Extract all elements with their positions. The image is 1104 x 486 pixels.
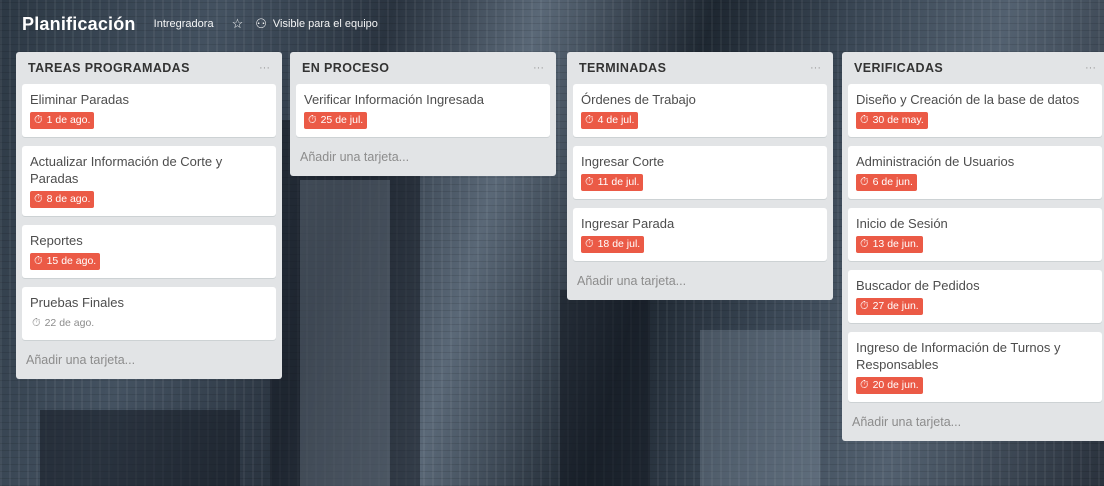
people-icon: ⚇	[255, 16, 267, 31]
star-button[interactable]: ☆	[232, 16, 250, 32]
due-date: 27 de jun.	[872, 300, 919, 312]
team-name[interactable]: Intregradora	[154, 18, 214, 30]
board-title[interactable]: Planificación	[22, 14, 136, 35]
due-date-badge: ⏱ 6 de jun.	[856, 174, 917, 191]
due-date-badge: ⏱ 11 de jul.	[581, 174, 644, 191]
add-card-button[interactable]: Añadir una tarjeta...	[573, 270, 827, 292]
due-date-badge: ⏱ 15 de ago.	[30, 253, 101, 270]
clock-icon: ⏱	[860, 114, 869, 126]
due-date-badge: ⏱ 18 de jul.	[581, 236, 645, 253]
clock-icon: ⏱	[860, 176, 869, 188]
list-menu-button[interactable]: ···	[810, 62, 821, 74]
due-date: 30 de may.	[872, 114, 924, 126]
card-title: Diseño y Creación de la base de datos	[856, 92, 1080, 107]
clock-icon: ⏱	[860, 238, 869, 250]
card-title: Buscador de Pedidos	[856, 278, 980, 293]
background-building	[300, 180, 390, 486]
background-building	[700, 330, 820, 486]
card-title: Administración de Usuarios	[856, 154, 1015, 169]
list-title[interactable]: VERIFICADAS	[854, 61, 943, 75]
card[interactable]: Eliminar Paradas ⏱ 1 de ago.	[22, 84, 276, 137]
clock-icon: ⏱	[34, 193, 43, 205]
list-menu-button[interactable]: ···	[259, 62, 270, 74]
clock-icon: ⏱	[860, 300, 869, 312]
background-building	[560, 290, 650, 486]
due-date: 11 de jul.	[597, 176, 640, 188]
card-title: Ingresar Corte	[581, 154, 665, 169]
card[interactable]: Órdenes de Trabajo ⏱ 4 de jul.	[573, 84, 827, 137]
card-title: Ingreso de Información de Turnos y Respo…	[856, 340, 1061, 372]
due-date: 4 de jul.	[597, 114, 635, 126]
due-date: 6 de jun.	[872, 176, 913, 188]
list-header: TAREAS PROGRAMADAS ···	[22, 52, 276, 84]
card[interactable]: Reportes ⏱ 15 de ago.	[22, 225, 276, 278]
list-menu-button[interactable]: ···	[1085, 62, 1096, 74]
due-date: 1 de ago.	[46, 114, 91, 126]
card-title: Pruebas Finales	[30, 295, 124, 310]
due-date: 20 de jun.	[872, 379, 919, 391]
card[interactable]: Inicio de Sesión ⏱ 13 de jun.	[848, 208, 1102, 261]
list-verificadas: VERIFICADAS ··· Diseño y Creación de la …	[842, 52, 1104, 441]
due-date: 25 de jul.	[320, 114, 364, 126]
background-building	[40, 410, 240, 486]
list-header: TERMINADAS ···	[573, 52, 827, 84]
list-tareas-programadas: TAREAS PROGRAMADAS ··· Eliminar Paradas …	[16, 52, 282, 379]
card[interactable]: Pruebas Finales ⏱ 22 de ago.	[22, 287, 276, 340]
card[interactable]: Actualizar Información de Corte y Parada…	[22, 146, 276, 216]
list-menu-button[interactable]: ···	[533, 62, 544, 74]
board-header: Planificación Intregradora ☆ ⚇ Visible p…	[0, 0, 1104, 48]
card-title: Inicio de Sesión	[856, 216, 948, 231]
card[interactable]: Ingresar Parada ⏱ 18 de jul.	[573, 208, 827, 261]
clock-icon: ⏱	[32, 317, 41, 329]
visibility-button[interactable]: ⚇ Visible para el equipo	[255, 16, 378, 32]
list-title[interactable]: EN PROCESO	[302, 61, 389, 75]
due-date-badge: ⏱ 27 de jun.	[856, 298, 923, 315]
due-date-badge: ⏱ 25 de jul.	[304, 112, 368, 129]
card-title: Verificar Información Ingresada	[304, 92, 484, 107]
add-card-button[interactable]: Añadir una tarjeta...	[22, 349, 276, 371]
clock-icon: ⏱	[585, 114, 594, 126]
visibility-label: Visible para el equipo	[272, 18, 378, 30]
card-title: Reportes	[30, 233, 83, 248]
due-date: 13 de jun.	[872, 238, 919, 250]
list-en-proceso: EN PROCESO ··· Verificar Información Ing…	[290, 52, 556, 176]
add-card-button[interactable]: Añadir una tarjeta...	[848, 411, 1102, 433]
due-date-badge: ⏱ 20 de jun.	[856, 377, 923, 394]
star-icon: ☆	[231, 16, 244, 31]
clock-icon: ⏱	[585, 238, 594, 250]
due-date: 18 de jul.	[597, 238, 641, 250]
clock-icon: ⏱	[860, 379, 869, 391]
list-header: EN PROCESO ···	[296, 52, 550, 84]
clock-icon: ⏱	[34, 114, 43, 126]
list-header: VERIFICADAS ···	[848, 52, 1102, 84]
clock-icon: ⏱	[34, 255, 43, 267]
card[interactable]: Ingresar Corte ⏱ 11 de jul.	[573, 146, 827, 199]
card[interactable]: Verificar Información Ingresada ⏱ 25 de j…	[296, 84, 550, 137]
card[interactable]: Ingreso de Información de Turnos y Respo…	[848, 332, 1102, 402]
clock-icon: ⏱	[585, 176, 594, 188]
list-title[interactable]: TERMINADAS	[579, 61, 666, 75]
due-date: 22 de ago.	[44, 317, 95, 329]
card[interactable]: Diseño y Creación de la base de datos ⏱ 3…	[848, 84, 1102, 137]
card[interactable]: Administración de Usuarios ⏱ 6 de jun.	[848, 146, 1102, 199]
list-title[interactable]: TAREAS PROGRAMADAS	[28, 61, 190, 75]
card-title: Actualizar Información de Corte y Parada…	[30, 154, 223, 186]
due-date-badge: ⏱ 8 de ago.	[30, 191, 95, 208]
card-title: Ingresar Parada	[581, 216, 675, 231]
due-date: 8 de ago.	[46, 193, 91, 205]
due-date-badge: ⏱ 22 de ago.	[30, 315, 98, 332]
add-card-button[interactable]: Añadir una tarjeta...	[296, 146, 550, 168]
card-title: Eliminar Paradas	[30, 92, 129, 107]
due-date-badge: ⏱ 30 de may.	[856, 112, 928, 129]
due-date: 15 de ago.	[46, 255, 97, 267]
list-terminadas: TERMINADAS ··· Órdenes de Trabajo ⏱ 4 de …	[567, 52, 833, 300]
card[interactable]: Buscador de Pedidos ⏱ 27 de jun.	[848, 270, 1102, 323]
due-date-badge: ⏱ 4 de jul.	[581, 112, 639, 129]
due-date-badge: ⏱ 1 de ago.	[30, 112, 95, 129]
due-date-badge: ⏱ 13 de jun.	[856, 236, 923, 253]
card-title: Órdenes de Trabajo	[581, 92, 696, 107]
clock-icon: ⏱	[308, 114, 317, 126]
